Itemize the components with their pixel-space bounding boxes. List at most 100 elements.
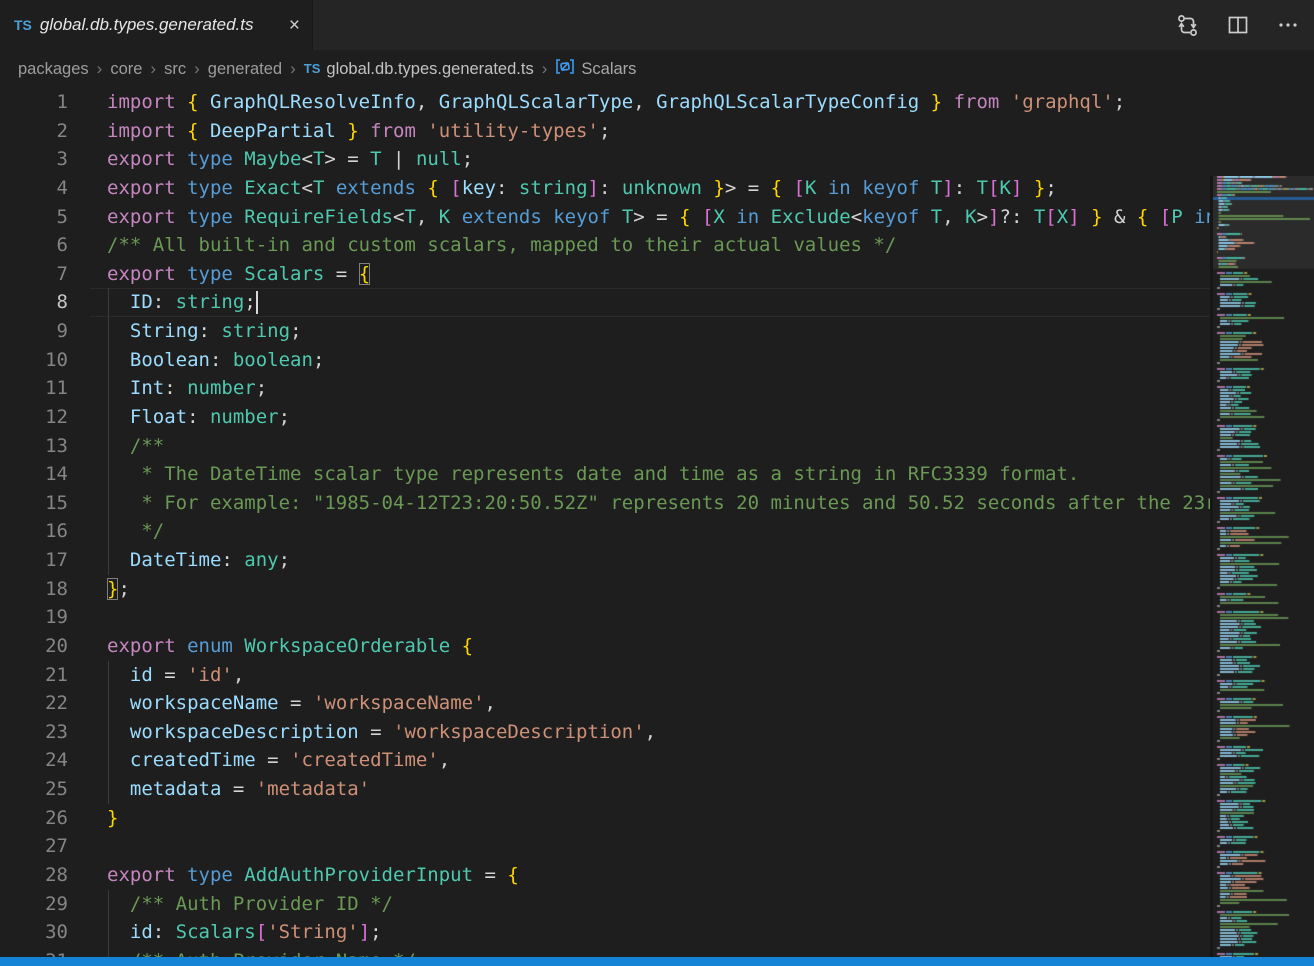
code-line[interactable]: 7 export type Scalars = { [0,260,1211,289]
line-number[interactable]: 23 [0,718,88,747]
line-number[interactable]: 7 [0,260,88,289]
code-line[interactable]: 9 String: string; [0,317,1211,346]
line-number[interactable]: 25 [0,775,88,804]
code-line[interactable]: 19 [0,603,1211,632]
code-lines: 1 import { GraphQLResolveInfo, GraphQLSca… [0,88,1211,957]
code-text: id = 'id', [107,661,244,690]
chevron-right-icon: › [194,59,200,79]
line-number[interactable]: 4 [0,174,88,203]
code-text: DateTime: any; [107,546,290,575]
code-line[interactable]: 12 Float: number; [0,403,1211,432]
line-number[interactable]: 27 [0,832,88,861]
line-number[interactable]: 30 [0,918,88,947]
line-number[interactable]: 2 [0,117,88,146]
code-editor[interactable]: 1 import { GraphQLResolveInfo, GraphQLSca… [0,88,1314,957]
code-line[interactable]: 18}; [0,575,1211,604]
code-line[interactable]: 23 workspaceDescription = 'workspaceDesc… [0,718,1211,747]
code-text: /** All built-in and custom scalars, map… [107,231,896,260]
code-text: /** Auth Provider Name */ [107,947,416,957]
breadcrumb-packages[interactable]: packages [18,60,89,79]
code-line[interactable]: 2 import { DeepPartial } from 'utility-ty… [0,117,1211,146]
code-line[interactable]: 28 export type AddAuthProviderInput = { [0,861,1211,890]
code-line[interactable]: 13 /** [0,432,1211,461]
chevron-right-icon: › [542,59,548,79]
code-text: export type Maybe<T> = T | null; [107,145,473,174]
status-bar [0,957,1314,966]
code-text: String: string; [107,317,302,346]
line-number[interactable]: 16 [0,517,88,546]
code-line[interactable]: 6 /** All built-in and custom scalars, ma… [0,231,1211,260]
code-line[interactable]: 17 DateTime: any; [0,546,1211,575]
line-number[interactable]: 14 [0,460,88,489]
code-line[interactable]: 10 Boolean: boolean; [0,346,1211,375]
code-line[interactable]: 11 Int: number; [0,374,1211,403]
line-number[interactable]: 28 [0,861,88,890]
line-number[interactable]: 3 [0,145,88,174]
line-number[interactable]: 20 [0,632,88,661]
code-text: workspaceDescription = 'workspaceDescrip… [107,718,656,747]
code-line[interactable]: 15 * For example: "1985-04-12T23:20:50.5… [0,489,1211,518]
code-line[interactable]: 5 export type RequireFields<T, K extends … [0,203,1211,232]
code-text: export type RequireFields<T, K extends k… [107,203,1211,232]
code-line[interactable]: 16 */ [0,517,1211,546]
code-text: import { GraphQLResolveInfo, GraphQLScal… [107,88,1125,117]
line-number[interactable]: 24 [0,746,88,775]
line-number[interactable]: 21 [0,661,88,690]
line-number[interactable]: 5 [0,203,88,232]
code-line[interactable]: 25 metadata = 'metadata' [0,775,1211,804]
code-line[interactable]: 1 import { GraphQLResolveInfo, GraphQLSca… [0,88,1211,117]
line-number[interactable]: 8 [0,288,88,317]
code-line[interactable]: 21 id = 'id', [0,661,1211,690]
code-text: export type Exact<T extends { [key: stri… [107,174,1057,203]
code-line[interactable]: 29 /** Auth Provider ID */ [0,890,1211,919]
code-line[interactable]: 27 [0,832,1211,861]
code-line[interactable]: 3 export type Maybe<T> = T | null; [0,145,1211,174]
code-line[interactable]: 14 * The DateTime scalar type represents… [0,460,1211,489]
code-line[interactable]: 4 export type Exact<T extends { [key: str… [0,174,1211,203]
breadcrumb-symbol-scalars[interactable]: Scalars [555,58,636,80]
line-number[interactable]: 1 [0,88,88,117]
breadcrumb-generated[interactable]: generated [208,60,282,79]
code-text: export type AddAuthProviderInput = { [107,861,519,890]
typescript-file-icon: TS [304,62,321,76]
code-text: export type Scalars = { [107,260,370,289]
close-icon[interactable]: × [289,16,300,35]
line-number[interactable]: 29 [0,890,88,919]
line-number[interactable]: 6 [0,231,88,260]
symbol-type-icon [555,58,575,80]
line-number[interactable]: 31 [0,947,88,957]
line-number[interactable]: 10 [0,346,88,375]
breadcrumb-core[interactable]: core [110,60,142,79]
code-text: import { DeepPartial } from 'utility-typ… [107,117,610,146]
code-line[interactable]: 30 id: Scalars['String']; [0,918,1211,947]
line-number[interactable]: 22 [0,689,88,718]
code-line[interactable]: 31 /** Auth Provider Name */ [0,947,1211,957]
code-line[interactable]: 22 workspaceName = 'workspaceName', [0,689,1211,718]
minimap[interactable] [1210,176,1314,957]
code-line[interactable]: 8 ID: string; [0,288,1211,317]
code-line[interactable]: 20export enum WorkspaceOrderable { [0,632,1211,661]
breadcrumb-src[interactable]: src [164,60,186,79]
line-number[interactable]: 13 [0,432,88,461]
code-text: }; [107,575,130,604]
code-text: } [107,804,118,833]
line-number[interactable]: 12 [0,403,88,432]
line-number[interactable]: 18 [0,575,88,604]
open-changes-icon[interactable] [1175,13,1200,38]
breadcrumb-filename[interactable]: TS global.db.types.generated.ts [304,60,534,79]
line-number[interactable]: 26 [0,804,88,833]
split-editor-icon[interactable] [1226,13,1250,37]
code-line[interactable]: 26} [0,804,1211,833]
chevron-right-icon: › [97,59,103,79]
line-number[interactable]: 19 [0,603,88,632]
more-actions-icon[interactable] [1276,13,1300,37]
code-text: Int: number; [107,374,267,403]
line-number[interactable]: 15 [0,489,88,518]
code-line[interactable]: 24 createdTime = 'createdTime', [0,746,1211,775]
tab-global-db-types[interactable]: TS global.db.types.generated.ts × [0,0,313,50]
line-number[interactable]: 11 [0,374,88,403]
line-number[interactable]: 17 [0,546,88,575]
code-text: createdTime = 'createdTime', [107,746,450,775]
line-number[interactable]: 9 [0,317,88,346]
code-text: Boolean: boolean; [107,346,324,375]
